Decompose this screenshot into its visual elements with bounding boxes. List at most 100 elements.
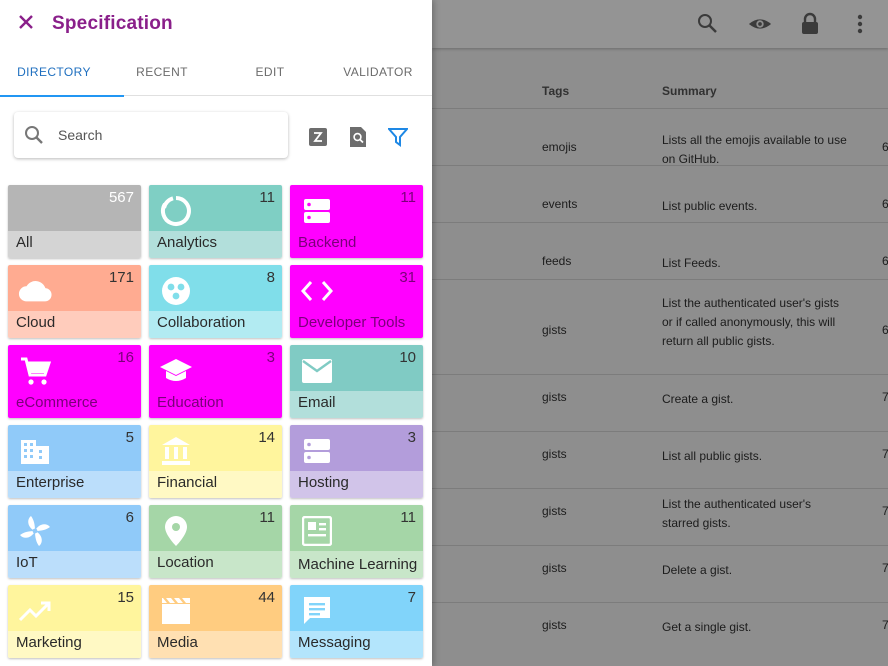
category-label: Education bbox=[157, 394, 224, 411]
category-count: 11 bbox=[400, 189, 416, 206]
category-tile-media[interactable]: 44 Media bbox=[149, 585, 282, 658]
category-label: Messaging bbox=[298, 634, 371, 651]
search-input[interactable] bbox=[58, 127, 268, 143]
category-count: 16 bbox=[117, 349, 134, 366]
category-count: 14 bbox=[258, 429, 275, 446]
category-count: 10 bbox=[399, 349, 416, 366]
category-label: eCommerce bbox=[16, 394, 98, 411]
category-tile-education[interactable]: 3 Education bbox=[149, 345, 282, 418]
cart-icon-svg bbox=[21, 357, 51, 385]
location-icon bbox=[159, 514, 193, 548]
category-grid: 567 All 11 Analytics 11 Backend 171 Cloud 8 Colla… bbox=[8, 185, 428, 658]
email-icon bbox=[300, 354, 334, 388]
category-tile-marketing[interactable]: 15 Marketing bbox=[8, 585, 141, 658]
category-label: Hosting bbox=[298, 474, 349, 491]
cloud-icon bbox=[18, 274, 52, 308]
backend-icon bbox=[300, 194, 334, 228]
category-tile-developer-tools[interactable]: 31 Developer Tools bbox=[290, 265, 423, 338]
hosting-icon bbox=[300, 434, 334, 468]
category-count: 3 bbox=[407, 429, 416, 446]
tab-directory[interactable]: DIRECTORY bbox=[0, 48, 124, 97]
cart-icon bbox=[18, 354, 52, 388]
specification-drawer: Specification DIRECTORY RECENT EDIT VALI… bbox=[0, 0, 432, 666]
email-icon-svg bbox=[302, 359, 332, 383]
category-label: Analytics bbox=[157, 234, 218, 251]
category-label: All bbox=[16, 234, 33, 251]
category-label: Developer Tools bbox=[298, 314, 406, 331]
category-label: Collaboration bbox=[157, 314, 246, 331]
drawer-header: Specification bbox=[0, 0, 432, 48]
sort-alpha-icon[interactable] bbox=[307, 126, 329, 148]
enterprise-icon bbox=[18, 434, 52, 468]
filter-icon[interactable] bbox=[387, 126, 409, 148]
category-count: 11 bbox=[259, 509, 275, 526]
close-icon bbox=[18, 14, 34, 35]
category-tile-collaboration[interactable]: 8 Collaboration bbox=[149, 265, 282, 338]
category-count: 15 bbox=[117, 589, 134, 606]
trending-icon-svg bbox=[18, 601, 51, 622]
category-label: Email bbox=[298, 394, 336, 411]
category-label: Machine Learning bbox=[298, 556, 418, 573]
ml-icon bbox=[300, 514, 334, 548]
modal-scrim[interactable] bbox=[432, 0, 888, 666]
category-label: Cloud bbox=[16, 314, 56, 331]
category-tile-backend[interactable]: 11 Backend bbox=[290, 185, 423, 258]
category-tile-hosting[interactable]: 3 Hosting bbox=[290, 425, 423, 498]
bank-icon-svg bbox=[162, 437, 190, 465]
analytics-icon bbox=[159, 194, 193, 228]
category-count: 11 bbox=[400, 509, 416, 526]
backend-icon-svg bbox=[304, 199, 330, 223]
category-label: Enterprise bbox=[16, 474, 85, 491]
tab-recent[interactable]: RECENT bbox=[108, 48, 216, 96]
bank-icon bbox=[159, 434, 193, 468]
tab-edit[interactable]: EDIT bbox=[216, 48, 324, 96]
media-icon bbox=[159, 594, 193, 628]
message-icon bbox=[300, 594, 334, 628]
collaboration-icon bbox=[159, 274, 193, 308]
category-count: 6 bbox=[125, 509, 134, 526]
school-icon-svg bbox=[160, 359, 192, 381]
category-tile-location[interactable]: 11 Location bbox=[149, 505, 282, 578]
category-tile-iot[interactable]: 6 IoT bbox=[8, 505, 141, 578]
category-tile-machine-learning[interactable]: 11 Machine Learning bbox=[290, 505, 423, 578]
analytics-icon-svg bbox=[161, 196, 191, 226]
category-label: Backend bbox=[298, 234, 357, 251]
media-icon-svg bbox=[162, 598, 190, 624]
category-tile-analytics[interactable]: 11 Analytics bbox=[149, 185, 282, 258]
category-tile-ecommerce[interactable]: 16 eCommerce bbox=[8, 345, 141, 418]
category-label: Location bbox=[157, 554, 214, 571]
cloud-icon-svg bbox=[18, 281, 52, 302]
search-icon bbox=[16, 112, 52, 158]
category-tile-enterprise[interactable]: 5 Enterprise bbox=[8, 425, 141, 498]
category-tile-cloud[interactable]: 171 Cloud bbox=[8, 265, 141, 338]
category-count: 8 bbox=[266, 269, 275, 286]
iot-icon bbox=[18, 514, 52, 548]
search-doc-icon[interactable] bbox=[347, 126, 369, 148]
category-count: 171 bbox=[108, 269, 134, 286]
hosting-icon-svg bbox=[304, 439, 330, 463]
category-tile-email[interactable]: 10 Email bbox=[290, 345, 423, 418]
search-row bbox=[0, 96, 432, 182]
category-tile-messaging[interactable]: 7 Messaging bbox=[290, 585, 423, 658]
code-icon-svg bbox=[301, 281, 333, 301]
category-tile-financial[interactable]: 14 Financial bbox=[149, 425, 282, 498]
category-tile-all[interactable]: 567 All bbox=[8, 185, 141, 258]
category-count: 567 bbox=[108, 189, 134, 206]
tab-validator[interactable]: VALIDATOR bbox=[324, 48, 432, 96]
page-title: Specification bbox=[52, 13, 173, 34]
iot-icon-svg bbox=[20, 516, 50, 546]
trending-icon bbox=[18, 594, 52, 628]
message-icon-svg bbox=[304, 597, 330, 624]
drawer-tabs: DIRECTORY RECENT EDIT VALIDATOR bbox=[0, 48, 432, 97]
category-label: IoT bbox=[16, 554, 38, 571]
ml-icon-svg bbox=[302, 516, 332, 546]
category-count: 5 bbox=[125, 429, 134, 446]
category-count: 31 bbox=[399, 269, 416, 286]
code-icon bbox=[300, 274, 334, 308]
category-count: 3 bbox=[266, 349, 275, 366]
close-button[interactable] bbox=[14, 12, 38, 36]
collaboration-icon-svg bbox=[162, 277, 190, 305]
category-label: Financial bbox=[157, 474, 218, 491]
enterprise-icon-svg bbox=[21, 440, 49, 464]
category-label: Media bbox=[157, 634, 198, 651]
